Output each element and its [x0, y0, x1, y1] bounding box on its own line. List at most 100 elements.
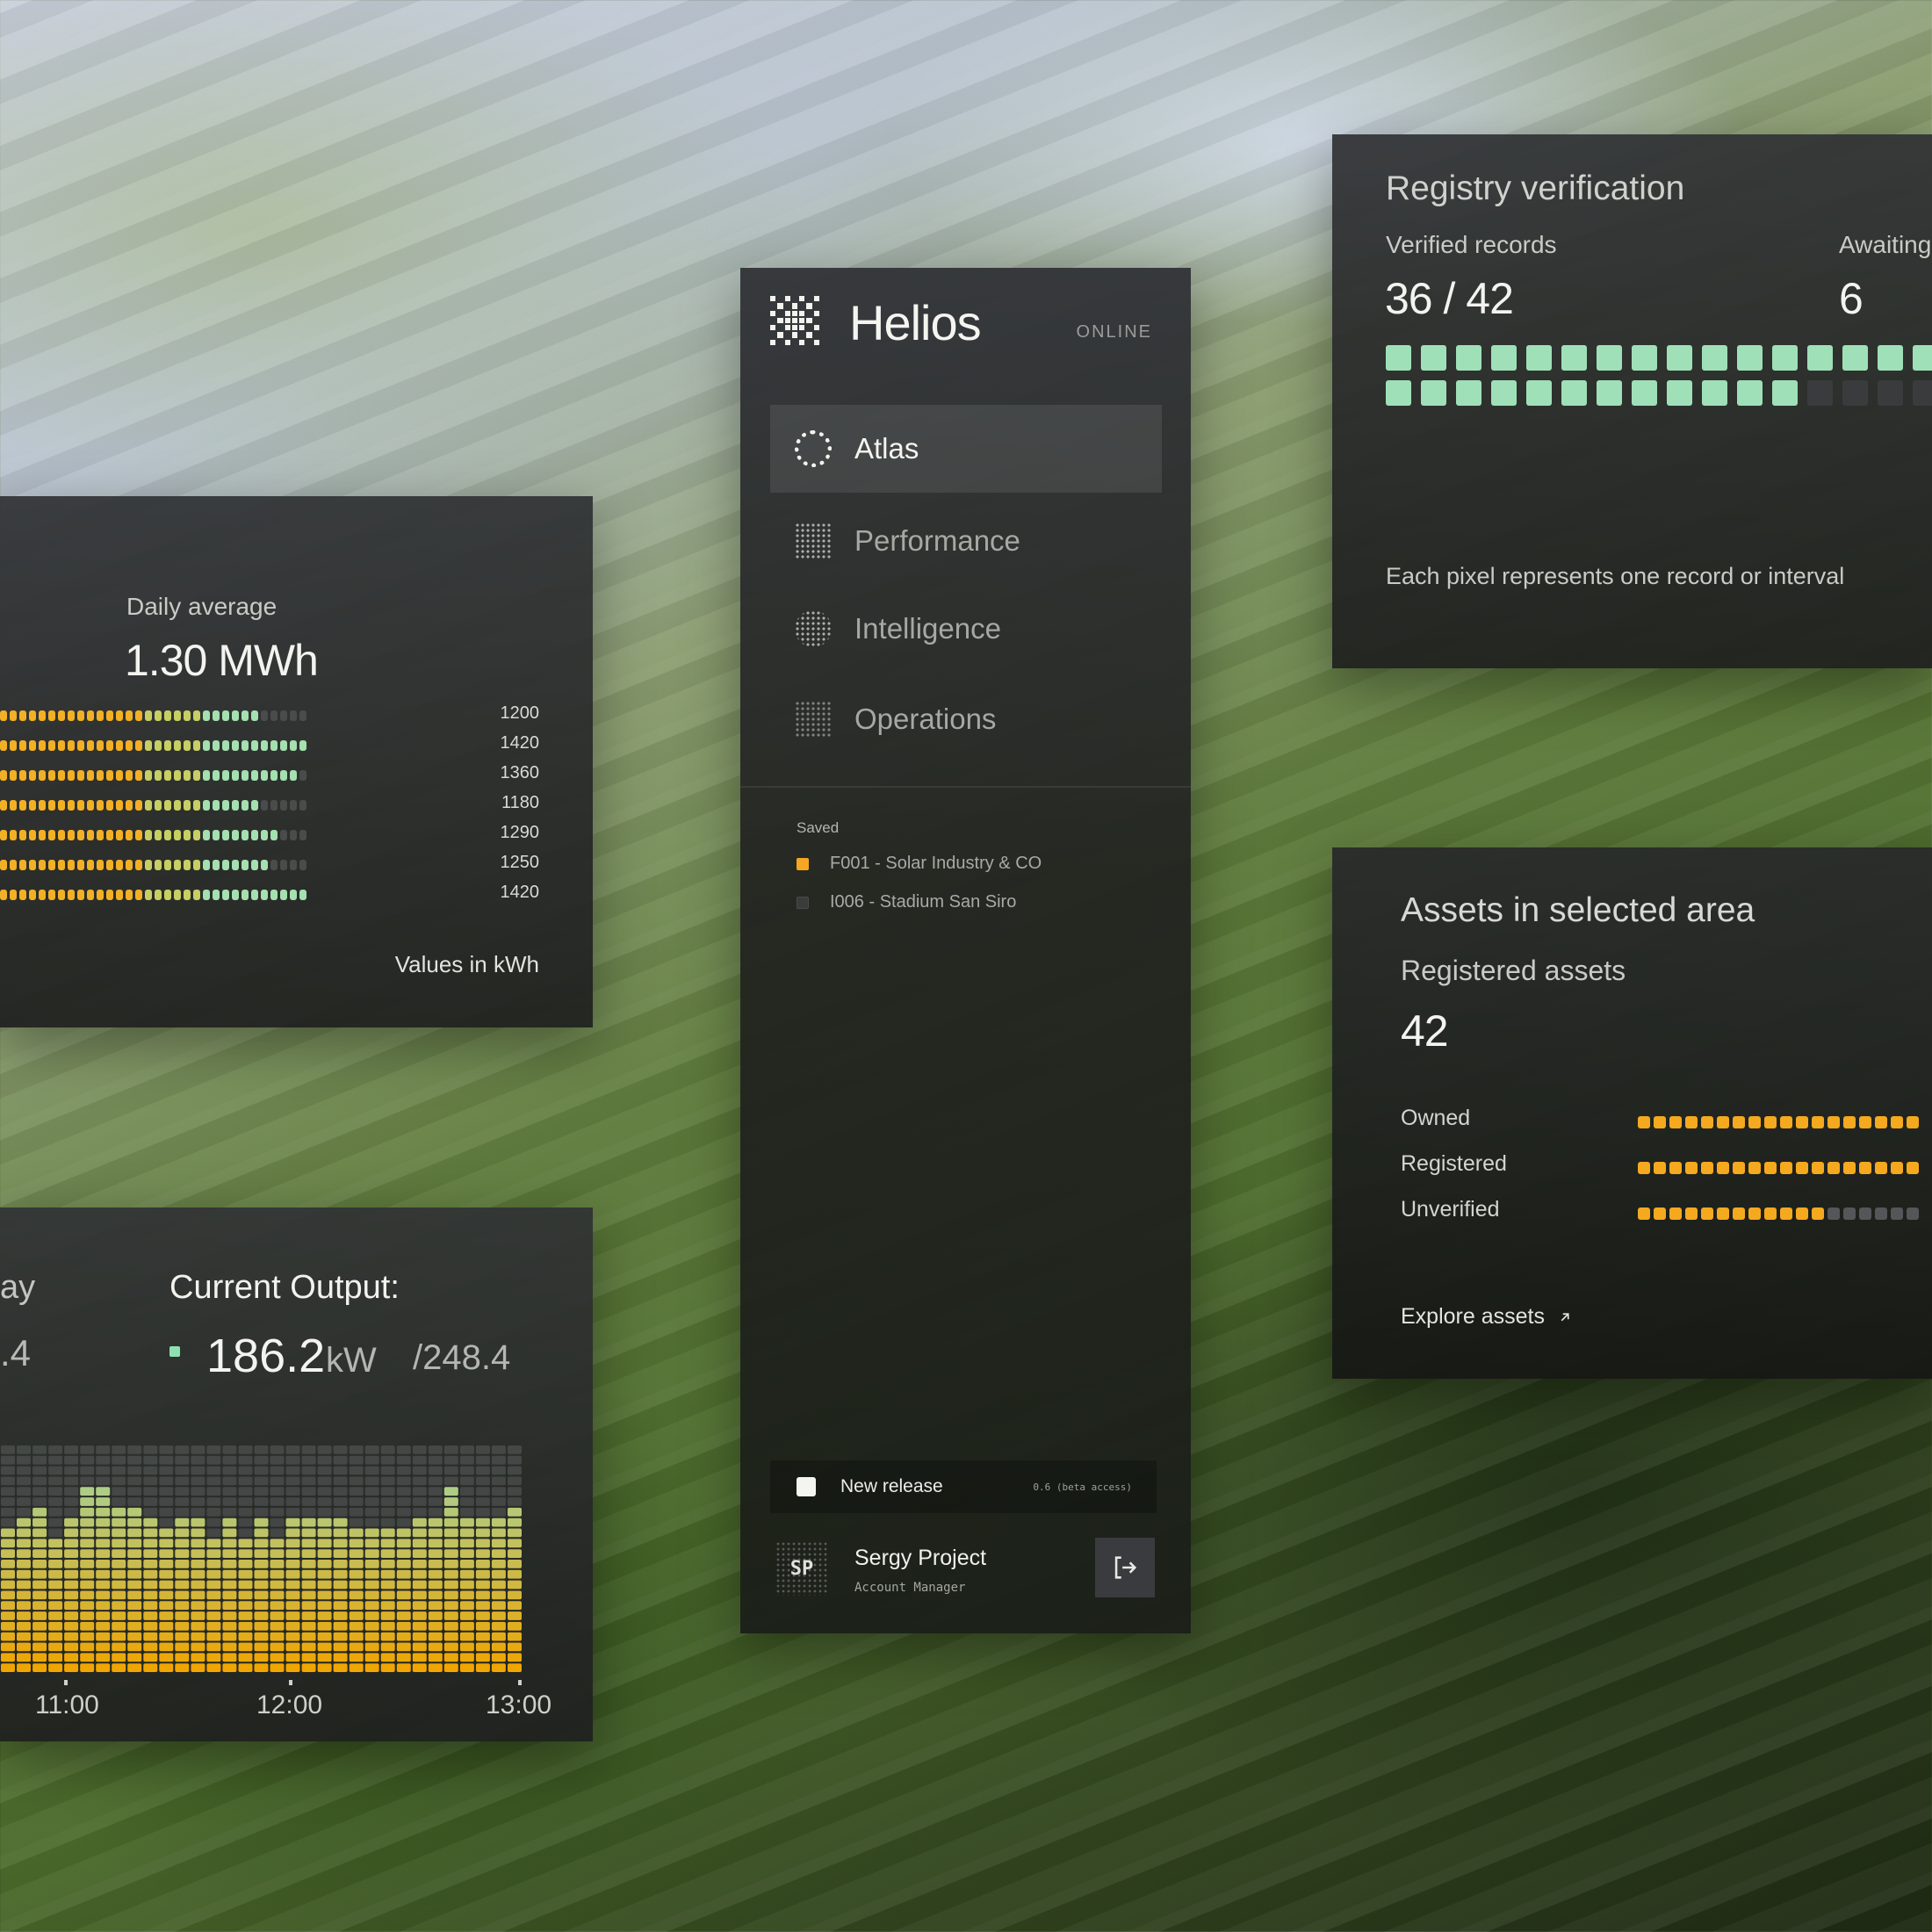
- output-pixel-histogram: [1, 1445, 522, 1672]
- bar-segment: [251, 800, 258, 811]
- bar-segment: [116, 740, 123, 751]
- new-release-banner[interactable]: New release 0.6 (beta access): [770, 1460, 1157, 1513]
- histogram-pixel: [112, 1539, 126, 1548]
- bar-segment: [290, 710, 297, 721]
- histogram-pixel: [1, 1580, 15, 1590]
- bar-segment: [106, 740, 113, 751]
- histogram-pixel: [222, 1590, 237, 1600]
- histogram-pixel: [32, 1663, 47, 1672]
- histogram-pixel: [1, 1455, 15, 1465]
- bar-segment: [19, 860, 26, 870]
- histogram-pixel: [159, 1611, 174, 1620]
- bar-segment: [10, 710, 17, 721]
- histogram-pixel: [222, 1539, 237, 1548]
- histogram-pixel: [349, 1549, 364, 1558]
- histogram-pixel: [380, 1517, 395, 1527]
- histogram-pixel: [48, 1497, 63, 1506]
- histogram-pixel: [333, 1455, 348, 1465]
- bar-segment: [0, 770, 7, 781]
- saved-item[interactable]: F001 - Solar Industry & CO: [797, 854, 1042, 874]
- histogram-pixel: [443, 1445, 458, 1454]
- histogram-pixel: [396, 1580, 411, 1590]
- histogram-pixel: [270, 1580, 285, 1590]
- nav-item-atlas[interactable]: Atlas: [770, 405, 1162, 493]
- bar-segment: [77, 890, 84, 900]
- histogram-pixel: [48, 1487, 63, 1496]
- histogram-pixel: [475, 1445, 490, 1454]
- histogram-pixel: [301, 1569, 316, 1579]
- histogram-pixel: [96, 1476, 111, 1486]
- histogram-pixel: [32, 1621, 47, 1631]
- saved-item[interactable]: I006 - Stadium San Siro: [797, 892, 1016, 912]
- histogram-pixel: [270, 1466, 285, 1475]
- histogram-pixel: [380, 1621, 395, 1631]
- histogram-pixel: [443, 1632, 458, 1641]
- histogram-pixel: [412, 1497, 427, 1506]
- histogram-pixel: [143, 1590, 158, 1600]
- nav-item-label: Atlas: [854, 432, 919, 465]
- histogram-pixel: [364, 1569, 379, 1579]
- record-pixel: [1878, 345, 1903, 371]
- histogram-pixel: [143, 1653, 158, 1662]
- histogram-pixel: [364, 1663, 379, 1672]
- asset-bar-segment: [1796, 1162, 1808, 1174]
- status-badge: ONLINE: [1076, 322, 1152, 342]
- bar-segment: [77, 860, 84, 870]
- histogram-pixel: [380, 1653, 395, 1662]
- histogram-pixel: [380, 1580, 395, 1590]
- histogram-pixel: [112, 1663, 126, 1672]
- histogram-pixel: [238, 1528, 253, 1538]
- logout-button[interactable]: [1095, 1538, 1155, 1597]
- histogram-pixel: [80, 1549, 95, 1558]
- histogram-pixel: [491, 1653, 506, 1662]
- histogram-pixel: [412, 1466, 427, 1475]
- histogram-pixel: [112, 1528, 126, 1538]
- asset-bar-segment: [1812, 1162, 1824, 1174]
- release-checkbox[interactable]: [797, 1477, 816, 1496]
- histogram-pixel: [159, 1539, 174, 1548]
- nav-item-intelligence[interactable]: Intelligence: [770, 585, 1162, 673]
- histogram-pixel: [396, 1632, 411, 1641]
- histogram-pixel: [333, 1580, 348, 1590]
- histogram-pixel: [285, 1497, 300, 1506]
- histogram-pixel: [191, 1455, 205, 1465]
- histogram-pixel: [96, 1611, 111, 1620]
- histogram-pixel: [349, 1611, 364, 1620]
- histogram-pixel: [396, 1611, 411, 1620]
- nav-item-operations[interactable]: Operations: [770, 675, 1162, 763]
- histogram-pixel: [508, 1487, 522, 1496]
- histogram-pixel: [159, 1507, 174, 1517]
- histogram-pixel: [459, 1507, 474, 1517]
- histogram-pixel: [491, 1549, 506, 1558]
- histogram-pixel: [222, 1517, 237, 1527]
- histogram-pixel: [349, 1517, 364, 1527]
- histogram-pixel: [317, 1466, 332, 1475]
- histogram-pixel: [96, 1466, 111, 1475]
- histogram-pixel: [491, 1476, 506, 1486]
- histogram-pixel: [443, 1466, 458, 1475]
- bar-segment: [184, 860, 191, 870]
- histogram-pixel: [80, 1507, 95, 1517]
- nav-item-performance[interactable]: Performance: [770, 497, 1162, 585]
- histogram-pixel: [112, 1455, 126, 1465]
- histogram-pixel: [206, 1580, 221, 1590]
- histogram-pixel: [270, 1632, 285, 1641]
- histogram-pixel: [364, 1445, 379, 1454]
- histogram-pixel: [48, 1663, 63, 1672]
- bar-segment: [29, 710, 36, 721]
- bar-segment: [213, 890, 220, 900]
- histogram-pixel: [32, 1507, 47, 1517]
- explore-assets-link[interactable]: Explore assets: [1401, 1304, 1573, 1330]
- avatar[interactable]: SP: [775, 1541, 828, 1596]
- asset-bar-segment: [1654, 1208, 1666, 1220]
- histogram-pixel: [175, 1590, 190, 1600]
- histogram-pixel: [64, 1580, 79, 1590]
- bar-segment: [126, 830, 133, 840]
- histogram-pixel: [285, 1569, 300, 1579]
- current-output-panel: ay .4 Current Output: 186.2 kW /248.4 11…: [0, 1208, 593, 1741]
- histogram-pixel: [175, 1517, 190, 1527]
- bar-segment: [145, 710, 152, 721]
- release-label: New release: [840, 1476, 943, 1496]
- histogram-pixel: [17, 1569, 31, 1579]
- bar-segment: [270, 800, 278, 811]
